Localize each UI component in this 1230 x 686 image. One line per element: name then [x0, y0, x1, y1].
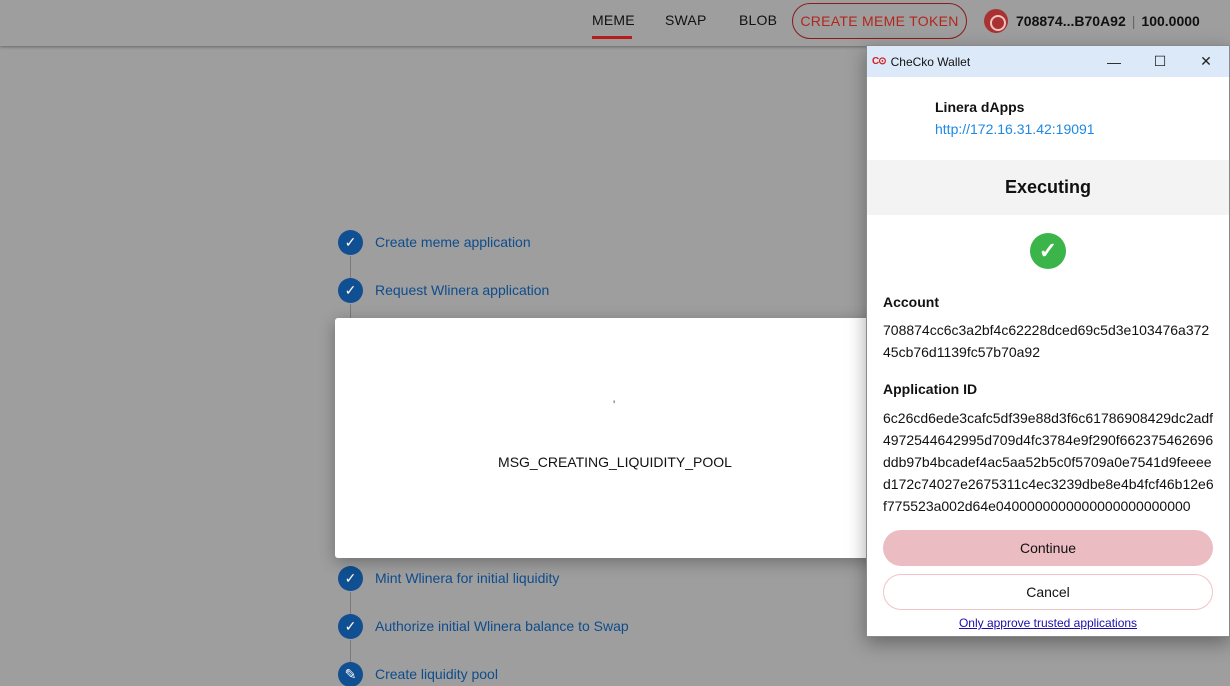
wallet-titlebar[interactable]: C⊙ CheCko Wallet — ☐ ✕ — [867, 46, 1229, 77]
create-meme-token-button[interactable]: CREATE MEME TOKEN — [792, 3, 967, 39]
application-id-value: 6c26cd6ede3cafc5df39e88d3f6c61786908429d… — [883, 410, 1214, 514]
close-icon[interactable]: ✕ — [1183, 46, 1229, 77]
step-label: Request Wlinera application — [375, 282, 550, 298]
nav-swap-tab[interactable]: SWAP — [665, 12, 707, 28]
pencil-icon: ✎ — [338, 661, 363, 686]
step-create-liquidity-pool: ✎ Create liquidity pool — [338, 661, 498, 686]
step-authorize-wlinera: ✓ Authorize initial Wlinera balance to S… — [338, 613, 629, 639]
application-id-label: Application ID — [883, 381, 978, 397]
execution-status: Executing — [867, 160, 1229, 215]
step-label: Create liquidity pool — [375, 666, 498, 682]
step-label: Authorize initial Wlinera balance to Swa… — [375, 618, 629, 634]
checko-wallet-window: C⊙ CheCko Wallet — ☐ ✕ Linera dApps http… — [866, 45, 1230, 637]
maximize-icon[interactable]: ☐ — [1137, 46, 1183, 77]
check-icon: ✓ — [338, 613, 363, 639]
top-nav-bar: MEME SWAP BLOB CREATE MEME TOKEN 708874.… — [0, 0, 1230, 46]
step-connector — [350, 304, 351, 318]
divider: | — [1131, 13, 1136, 29]
dapp-name: Linera dApps — [935, 99, 1025, 115]
step-create-meme-application: ✓ Create meme application — [338, 229, 531, 255]
cancel-button[interactable]: Cancel — [883, 574, 1213, 610]
step-connector — [350, 592, 351, 614]
step-request-wlinera: ✓ Request Wlinera application — [338, 277, 549, 303]
dialog-message: MSG_CREATING_LIQUIDITY_POOL — [498, 454, 732, 470]
progress-dialog: ' MSG_CREATING_LIQUIDITY_POOL — [335, 318, 880, 558]
wallet-title: CheCko Wallet — [890, 54, 971, 69]
nav-blob-tab[interactable]: BLOB — [739, 12, 777, 28]
success-check-icon: ✓ — [1030, 233, 1066, 269]
loading-indicator: ' — [613, 398, 616, 412]
step-label: Create meme application — [375, 234, 531, 250]
dapp-url[interactable]: http://172.16.31.42:19091 — [935, 121, 1095, 137]
check-icon: ✓ — [338, 565, 363, 591]
minimize-icon[interactable]: — — [1091, 46, 1137, 77]
account-label: Account — [883, 294, 939, 310]
nav-meme-tab[interactable]: MEME — [592, 12, 635, 28]
step-label: Mint Wlinera for initial liquidity — [375, 570, 560, 586]
linera-logo-icon — [984, 9, 1008, 33]
step-connector — [350, 256, 351, 278]
account-chip[interactable]: 708874...B70A92 | 100.0000 — [984, 8, 1200, 34]
step-connector — [350, 640, 351, 662]
active-tab-indicator — [592, 36, 632, 39]
check-icon: ✓ — [338, 277, 363, 303]
account-value: 708874cc6c3a2bf4c62228dced69c5d3e103476a… — [883, 322, 1210, 360]
account-balance: 100.0000 — [1141, 13, 1200, 29]
trusted-applications-link[interactable]: Only approve trusted applications — [867, 616, 1229, 630]
step-mint-wlinera: ✓ Mint Wlinera for initial liquidity — [338, 565, 559, 591]
continue-button[interactable]: Continue — [883, 530, 1213, 566]
checko-logo-icon: C⊙ — [872, 56, 887, 67]
check-icon: ✓ — [338, 229, 363, 255]
account-address: 708874...B70A92 — [1016, 13, 1126, 29]
